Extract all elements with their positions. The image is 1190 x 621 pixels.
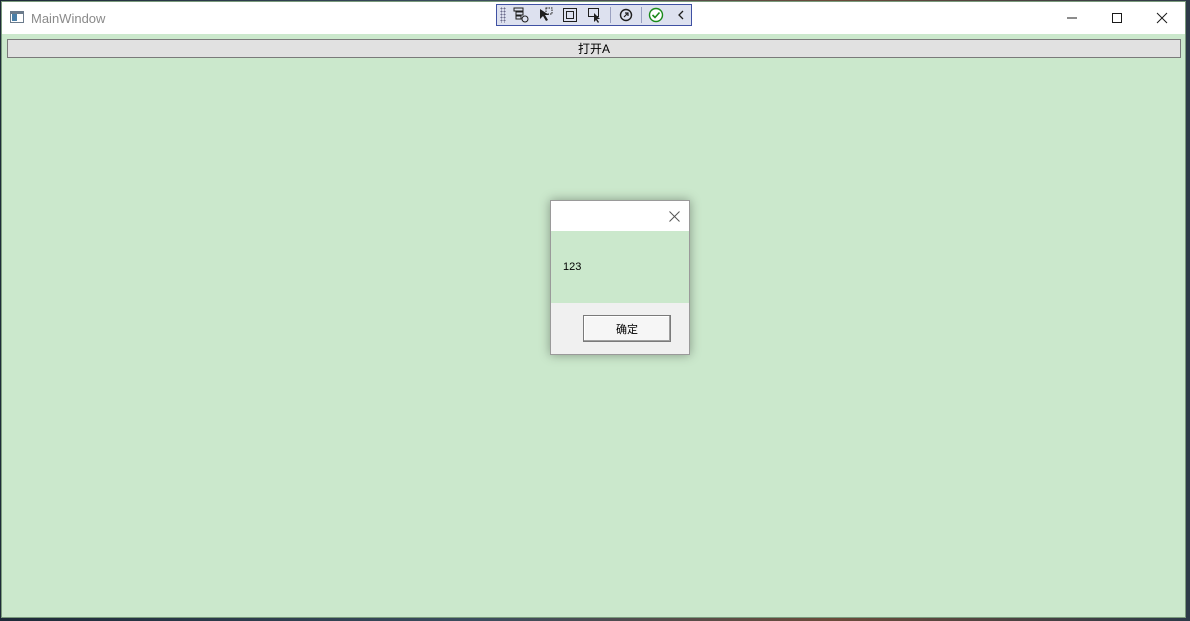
minimize-icon [1067, 17, 1077, 19]
app-icon [10, 11, 24, 23]
display-layout-adorners-icon[interactable] [560, 6, 580, 24]
maximize-button[interactable] [1094, 2, 1140, 34]
message-dialog: 123 确定 [550, 200, 690, 355]
minimize-button[interactable] [1049, 2, 1095, 34]
dialog-close-button[interactable] [665, 207, 683, 225]
live-visual-tree-icon[interactable] [511, 6, 531, 24]
collapse-icon[interactable] [671, 6, 691, 24]
dialog-title-bar[interactable] [551, 201, 689, 231]
close-icon [668, 210, 680, 222]
hot-reload-icon[interactable] [616, 6, 636, 24]
dialog-body: 123 [551, 231, 689, 303]
open-a-button[interactable]: 打开A [7, 39, 1181, 58]
dialog-footer: 确定 [551, 303, 689, 354]
binding-check-icon[interactable] [647, 6, 667, 24]
xaml-debug-toolbar [496, 4, 692, 26]
window-title: MainWindow [31, 11, 106, 26]
close-button[interactable] [1139, 2, 1185, 34]
track-focused-element-icon[interactable] [585, 6, 605, 24]
dialog-message: 123 [563, 261, 582, 273]
maximize-icon [1112, 13, 1122, 23]
toolbar-separator [609, 7, 611, 23]
close-icon [1156, 12, 1168, 24]
ok-button[interactable]: 确定 [583, 315, 671, 342]
toolbar-separator [640, 7, 642, 23]
toolbar-grip-icon[interactable] [500, 7, 506, 23]
title-bar[interactable]: MainWindow [2, 2, 1185, 34]
select-element-icon[interactable] [536, 6, 556, 24]
